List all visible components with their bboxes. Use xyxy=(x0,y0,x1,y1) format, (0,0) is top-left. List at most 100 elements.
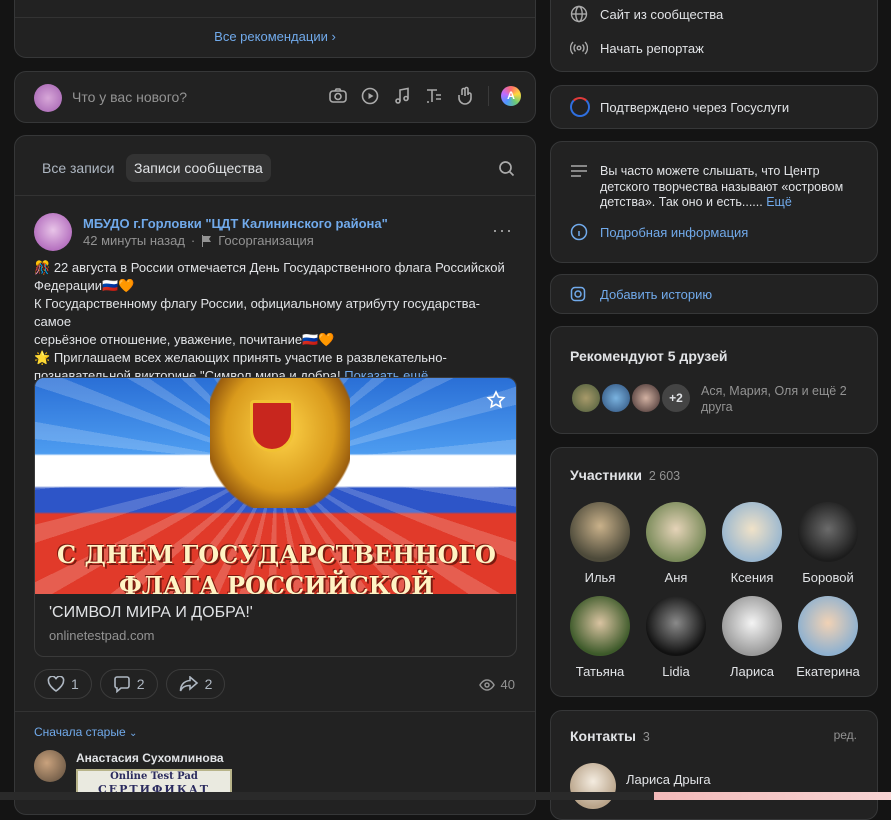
post-meta: 42 минуты назад · Госорганизация xyxy=(83,233,314,248)
members-card: Участники 2 603 Илья Аня Ксения Боровой … xyxy=(550,447,878,697)
wall-card: Все записи Записи сообщества МБУДО г.Гор… xyxy=(14,135,536,815)
contact-name[interactable]: Лариса Дрыга xyxy=(626,772,711,787)
broadcast-icon xyxy=(570,39,588,57)
post-author-avatar[interactable] xyxy=(34,213,72,251)
commenter-name[interactable]: Анастасия Сухомлинова xyxy=(76,751,224,765)
action-site[interactable]: Сайт из сообщества xyxy=(570,5,723,23)
post-category: Госорганизация xyxy=(218,233,314,248)
banner-line-1: С ДНЕМ ГОСУДАРСТВЕННОГО xyxy=(57,540,496,569)
link-attachment[interactable]: С ДНЕМ ГОСУДАРСТВЕННОГО ФЛАГА РОССИЙСКОЙ… xyxy=(34,377,517,657)
post-line: Федерации🇷🇺🧡 xyxy=(34,278,135,293)
members-count: 2 603 xyxy=(648,469,681,483)
contact-avatar[interactable] xyxy=(570,763,616,809)
contacts-header[interactable]: Контакты 3 xyxy=(570,728,650,744)
member-item[interactable]: Татьяна xyxy=(561,596,639,679)
members-title: Участники xyxy=(570,467,642,483)
globe-icon xyxy=(570,5,588,23)
member-photo xyxy=(722,596,782,656)
action-site-label: Сайт из сообщества xyxy=(600,6,724,22)
search-icon[interactable] xyxy=(498,160,515,177)
gosuslugi-icon xyxy=(570,97,590,117)
member-photo xyxy=(646,502,706,562)
tab-community-posts[interactable]: Записи сообщества xyxy=(126,154,271,182)
post-author-name[interactable]: МБУДО г.Горловки "ЦДТ Калининского район… xyxy=(83,216,388,231)
description-card: Вы часто можете слышать, что Центр детск… xyxy=(550,141,878,263)
views: 40 xyxy=(478,677,515,692)
composer-input[interactable]: Что у вас нового? xyxy=(72,89,187,105)
like-button[interactable]: 1 xyxy=(34,669,92,699)
community-avatar xyxy=(34,84,62,112)
contacts-edit-link[interactable]: ред. xyxy=(834,728,857,742)
star-icon[interactable] xyxy=(486,390,506,410)
attachment-title[interactable]: 'СИМВОЛ МИРА И ДОБРА!' xyxy=(49,604,253,622)
text-lines-icon xyxy=(570,164,588,178)
heart-icon xyxy=(47,676,65,692)
member-item[interactable]: Ксения xyxy=(713,502,791,585)
description-body: Вы часто можете слышать, что Центр детск… xyxy=(600,164,844,209)
friends-text: Ася, Мария, Оля и ещё 2 друга xyxy=(701,384,847,414)
member-name: Илья xyxy=(584,570,616,585)
friends-more-badge: +2 xyxy=(660,382,692,414)
camera-icon[interactable] xyxy=(328,86,348,106)
like-count: 1 xyxy=(71,676,79,692)
eye-icon xyxy=(478,678,495,691)
article-icon[interactable] xyxy=(424,86,444,106)
info-icon xyxy=(570,223,588,241)
member-item[interactable]: Боровой xyxy=(789,502,867,585)
clip-icon[interactable] xyxy=(456,86,476,106)
friend-avatar xyxy=(570,382,602,414)
comments-sort[interactable]: Сначала старые ⌄ xyxy=(34,725,137,739)
member-photo xyxy=(646,596,706,656)
comments-sort-label: Сначала старые xyxy=(34,725,126,739)
gosuslugi-label: Подтверждено через Госуслуги xyxy=(600,100,790,115)
comment-button[interactable]: 2 xyxy=(99,669,158,699)
attachment-image[interactable]: С ДНЕМ ГОСУДАРСТВЕННОГО ФЛАГА РОССИЙСКОЙ… xyxy=(35,378,516,594)
post-line: 🎊 22 августа в России отмечается День Го… xyxy=(34,260,505,275)
post-composer: Что у вас нового? A xyxy=(14,71,536,123)
member-name: Аня xyxy=(664,570,688,585)
chevron-right-icon: › xyxy=(331,29,336,44)
member-item[interactable]: Екатерина xyxy=(789,596,867,679)
post-line: К Государственному флагу России, официал… xyxy=(34,296,481,329)
member-photo xyxy=(570,596,630,656)
contacts-card: Контакты 3 ред. Лариса Дрыга xyxy=(550,710,878,820)
instagram-icon xyxy=(570,286,586,302)
add-story-card[interactable]: Добавить историю xyxy=(550,274,878,314)
gosuslugi-card[interactable]: Подтверждено через Госуслуги xyxy=(550,85,878,129)
commenter-avatar[interactable] xyxy=(34,750,66,782)
russia-flag-icon: 🇷🇺 xyxy=(302,332,319,347)
comment-count: 2 xyxy=(136,676,145,692)
member-name: Лариса xyxy=(730,664,774,679)
members-header[interactable]: Участники 2 603 xyxy=(570,467,680,483)
divider xyxy=(15,195,535,196)
friends-avatars[interactable]: +2 xyxy=(570,382,692,414)
add-story-label: Добавить историю xyxy=(600,287,713,302)
ai-assistant-icon[interactable]: A xyxy=(501,86,521,106)
video-icon[interactable] xyxy=(360,86,380,106)
member-item[interactable]: Lidia xyxy=(637,596,715,679)
view-count: 40 xyxy=(500,677,515,692)
post-line: 🌟 Приглашаем всех желающих принять участ… xyxy=(34,350,447,365)
friends-recommend-card: Рекомендуют 5 друзей +2 Ася, Мария, Оля … xyxy=(550,326,878,434)
share-button[interactable]: 2 xyxy=(165,669,226,699)
action-broadcast[interactable]: Начать репортаж xyxy=(570,39,704,57)
member-item[interactable]: Аня xyxy=(637,502,715,585)
more-options-icon[interactable]: ··· xyxy=(492,220,513,241)
member-name: Lidia xyxy=(662,664,690,679)
member-name: Екатерина xyxy=(796,664,860,679)
share-count: 2 xyxy=(204,676,213,692)
music-icon[interactable] xyxy=(392,86,412,106)
post-time[interactable]: 42 минуты назад xyxy=(83,233,185,248)
comment-icon xyxy=(113,675,131,693)
description-more-link[interactable]: Ещё xyxy=(766,195,792,209)
details-link[interactable]: Подробная информация xyxy=(600,225,748,240)
banner-line-2: ФЛАГА РОССИЙСКОЙ ФЕДЕРАЦИИ xyxy=(118,571,435,594)
contacts-count: 3 xyxy=(642,730,650,744)
attachment-domain: onlinetestpad.com xyxy=(49,628,155,643)
member-item[interactable]: Илья xyxy=(561,502,639,585)
tab-all-posts[interactable]: Все записи xyxy=(42,160,114,176)
member-name: Ксения xyxy=(730,570,774,585)
member-item[interactable]: Лариса xyxy=(713,596,791,679)
all-recommendations-link[interactable]: Все рекомендации › xyxy=(15,29,535,44)
member-name: Татьяна xyxy=(575,664,625,679)
